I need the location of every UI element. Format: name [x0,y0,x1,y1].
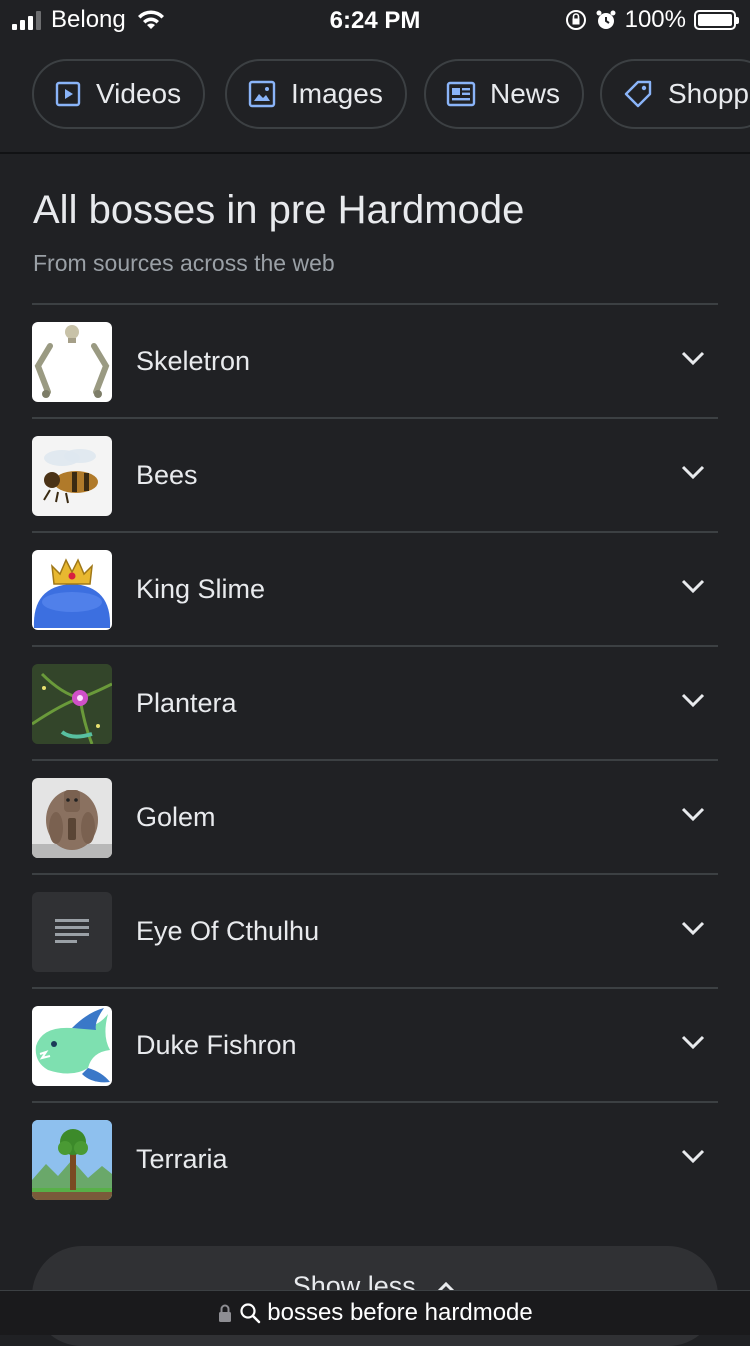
plantera-thumbnail [32,664,112,744]
chevron-down-icon[interactable] [680,919,706,937]
duke-fishron-thumbnail [32,1006,112,1086]
chevron-down-icon[interactable] [680,1147,706,1165]
chip-images[interactable]: Images [225,59,407,129]
list-item-terraria[interactable]: Terraria [32,1101,718,1215]
url-bar[interactable]: bosses before hardmode [0,1290,750,1335]
search-icon [240,1303,261,1324]
list-item-label: Terraria [136,1144,228,1174]
list-item-golem[interactable]: Golem [32,759,718,873]
list-item-label: Bees [136,460,198,490]
chip-news[interactable]: News [424,59,585,129]
list-item-label: Eye Of Cthulhu [136,916,320,946]
chip-shopping-label: Shopp [668,78,749,109]
newspaper-icon [446,81,476,107]
play-box-icon [55,81,81,107]
chip-images-label: Images [291,78,383,109]
text-placeholder-thumbnail [32,892,112,972]
chevron-down-icon[interactable] [680,691,706,709]
list-item-eye-of-cthulhu[interactable]: Eye Of Cthulhu [32,873,718,987]
list-item-label: Skeletron [136,346,251,376]
tag-icon [624,80,652,108]
section-subtitle: From sources across the web [33,250,335,276]
chip-news-label: News [490,78,561,109]
orientation-lock-icon [565,10,586,30]
terraria-tree-thumbnail [32,1120,112,1200]
chevron-down-icon[interactable] [680,463,706,481]
url-query: bosses before hardmode [267,1299,533,1326]
status-bar: Belong 6:24 PM 100% [0,0,750,44]
list-item-label: Plantera [136,688,237,718]
chevron-down-icon[interactable] [680,349,706,367]
chip-shopping[interactable]: Shopp [600,59,750,129]
list-item-duke-fishron[interactable]: Duke Fishron [32,987,718,1101]
chevron-down-icon[interactable] [680,1033,706,1051]
list-item-label: Duke Fishron [136,1030,297,1060]
bee-thumbnail [32,436,112,516]
golem-thumbnail [32,778,112,858]
list-item-skeletron[interactable]: Skeletron [32,303,718,417]
chevron-down-icon[interactable] [680,577,706,595]
list-item-label: King Slime [136,574,266,604]
list-item-plantera[interactable]: Plantera [32,645,718,759]
skeletron-thumbnail [32,322,112,402]
image-icon [248,80,276,108]
alarm-icon [596,10,616,29]
chip-videos[interactable]: Videos [32,59,206,129]
chevron-down-icon[interactable] [680,805,706,823]
filter-chips: Videos Images News Shopp [0,44,750,154]
chip-videos-label: Videos [96,78,182,109]
list-item-bees[interactable]: Bees [32,417,718,531]
section-title: All bosses in pre Hardmode [33,188,525,232]
king-slime-thumbnail [32,550,112,630]
list-item-king-slime[interactable]: King Slime [32,531,718,645]
list-item-label: Golem [136,802,216,832]
status-right: 100% [565,6,739,34]
boss-list: Skeletron Bees King Slime Plantera Golem… [32,303,718,1215]
battery-percent: 100% [624,6,686,33]
lock-icon [219,1304,232,1322]
battery-icon [694,10,739,30]
